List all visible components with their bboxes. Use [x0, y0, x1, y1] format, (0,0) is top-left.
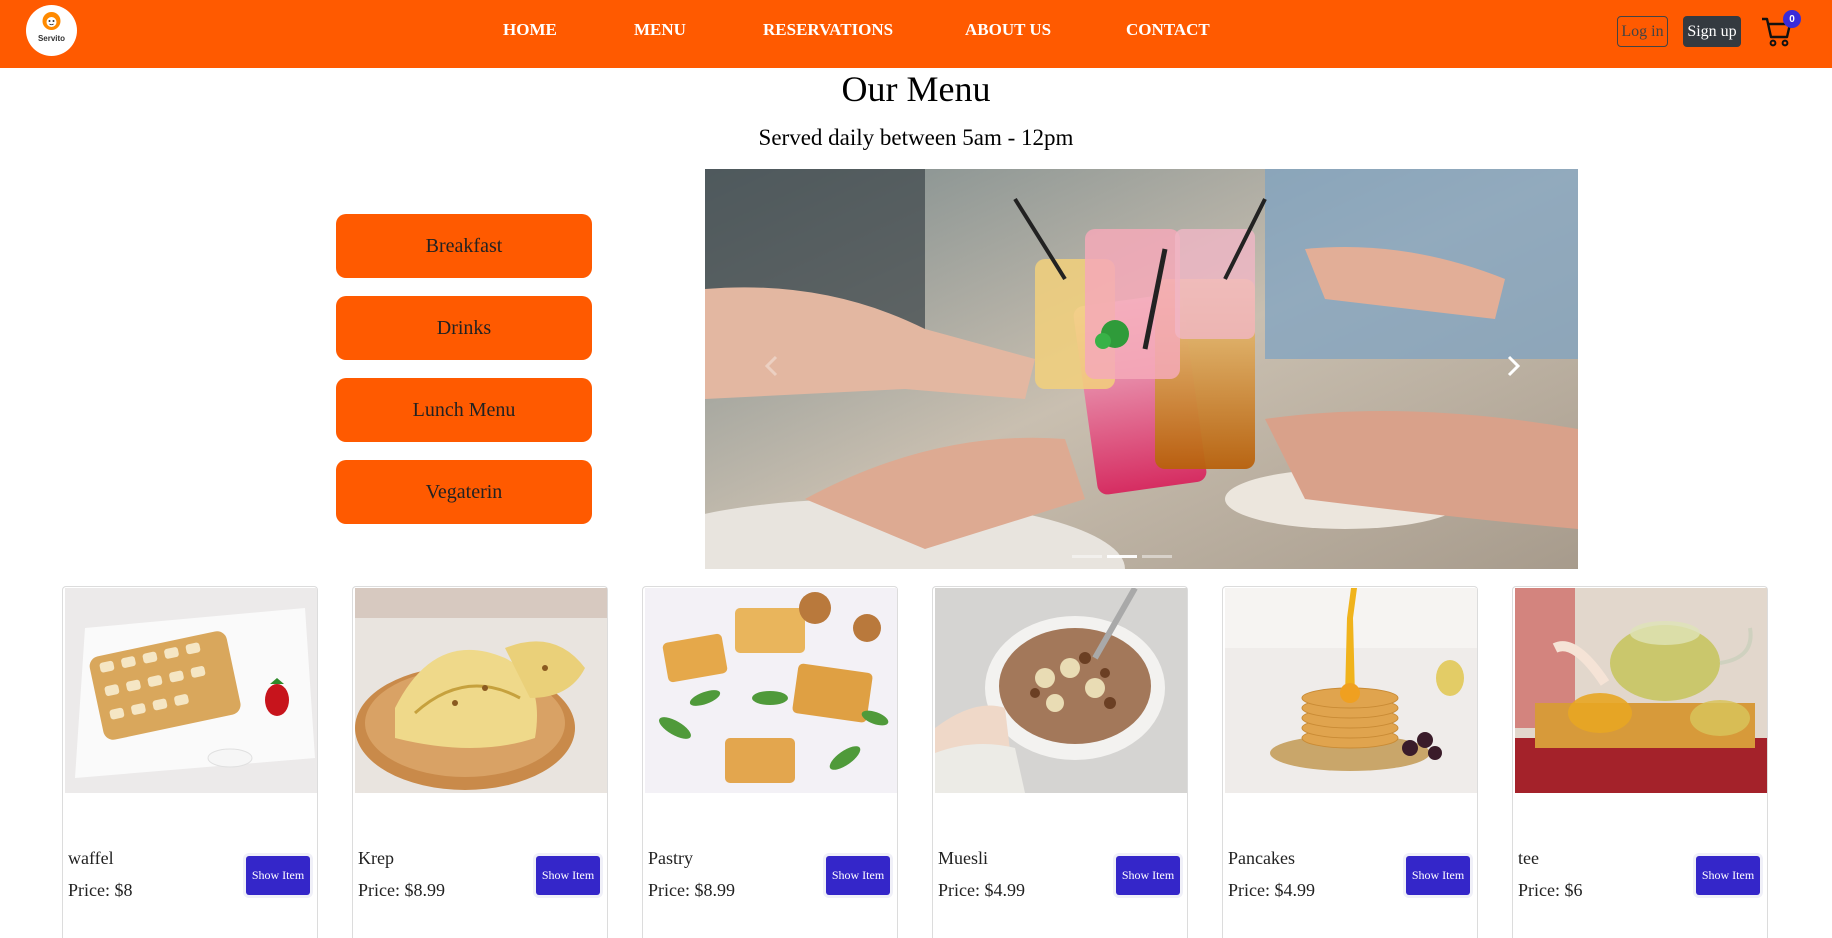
carousel-indicator[interactable]	[1142, 555, 1172, 558]
menu-item-card: tee Price: $6 Show Item	[1512, 586, 1768, 938]
item-name: waffel	[68, 848, 114, 868]
show-item-button[interactable]: Show Item	[1696, 856, 1760, 895]
carousel-indicator[interactable]	[1072, 555, 1102, 558]
muesli-photo	[935, 588, 1187, 793]
cart-count-badge: 0	[1783, 10, 1801, 28]
pastry-photo	[645, 588, 897, 793]
menu-item-card: Muesli Price: $4.99 Show Item	[932, 586, 1188, 938]
signup-button[interactable]: Sign up	[1683, 16, 1741, 47]
chevron-right-icon[interactable]	[1498, 351, 1528, 381]
servito-logo[interactable]: Servito	[26, 5, 77, 56]
item-price: Price: $8.99	[648, 880, 735, 900]
show-item-button[interactable]: Show Item	[1406, 856, 1470, 895]
item-name: tee	[1518, 848, 1539, 868]
nav-about-us[interactable]: ABOUT US	[965, 20, 1051, 40]
chevron-left-icon[interactable]	[757, 351, 787, 381]
menu-item-card: waffel Price: $8 Show Item	[62, 586, 318, 938]
category-breakfast-button[interactable]: Breakfast	[336, 214, 592, 278]
login-button[interactable]: Log in	[1617, 16, 1668, 47]
show-item-button[interactable]: Show Item	[1116, 856, 1180, 895]
item-name: Muesli	[938, 848, 989, 868]
crepe-photo	[355, 588, 607, 793]
carousel-indicators	[1072, 555, 1172, 558]
nav-reservations[interactable]: RESERVATIONS	[763, 20, 893, 40]
item-price: Price: $6	[1518, 880, 1583, 900]
nav-home[interactable]: HOME	[503, 20, 557, 40]
show-item-button[interactable]: Show Item	[536, 856, 600, 895]
show-item-button[interactable]: Show Item	[826, 856, 890, 895]
carousel-indicator-active[interactable]	[1107, 555, 1137, 558]
category-lunch-button[interactable]: Lunch Menu	[336, 378, 592, 442]
menu-carousel	[705, 169, 1578, 569]
menu-item-card: Pastry Price: $8.99 Show Item	[642, 586, 898, 938]
waffle-photo	[65, 588, 317, 793]
category-vegetarian-button[interactable]: Vegaterin	[336, 460, 592, 524]
item-price: Price: $4.99	[1228, 880, 1315, 900]
item-name: Krep	[358, 848, 394, 868]
page-subtitle: Served daily between 5am - 12pm	[758, 125, 1074, 150]
nav-menu[interactable]: MENU	[634, 20, 686, 40]
item-price: Price: $4.99	[938, 880, 1025, 900]
logo-text: Servito	[37, 34, 66, 43]
menu-item-card: Pancakes Price: $4.99 Show Item	[1222, 586, 1478, 938]
item-price: Price: $8.99	[358, 880, 445, 900]
chef-logo-icon	[42, 12, 61, 30]
top-navbar: Servito HOME MENU RESERVATIONS ABOUT US …	[0, 0, 1832, 68]
item-name: Pancakes	[1228, 848, 1295, 868]
tea-photo	[1515, 588, 1767, 793]
nav-contact[interactable]: CONTACT	[1126, 20, 1210, 40]
page-title: Our Menu	[841, 69, 991, 109]
show-item-button[interactable]: Show Item	[246, 856, 310, 895]
item-price: Price: $8	[68, 880, 133, 900]
pancakes-photo	[1225, 588, 1477, 793]
category-drinks-button[interactable]: Drinks	[336, 296, 592, 360]
drinks-toast-photo	[705, 169, 1578, 569]
menu-item-card: Krep Price: $8.99 Show Item	[352, 586, 608, 938]
item-name: Pastry	[648, 848, 693, 868]
